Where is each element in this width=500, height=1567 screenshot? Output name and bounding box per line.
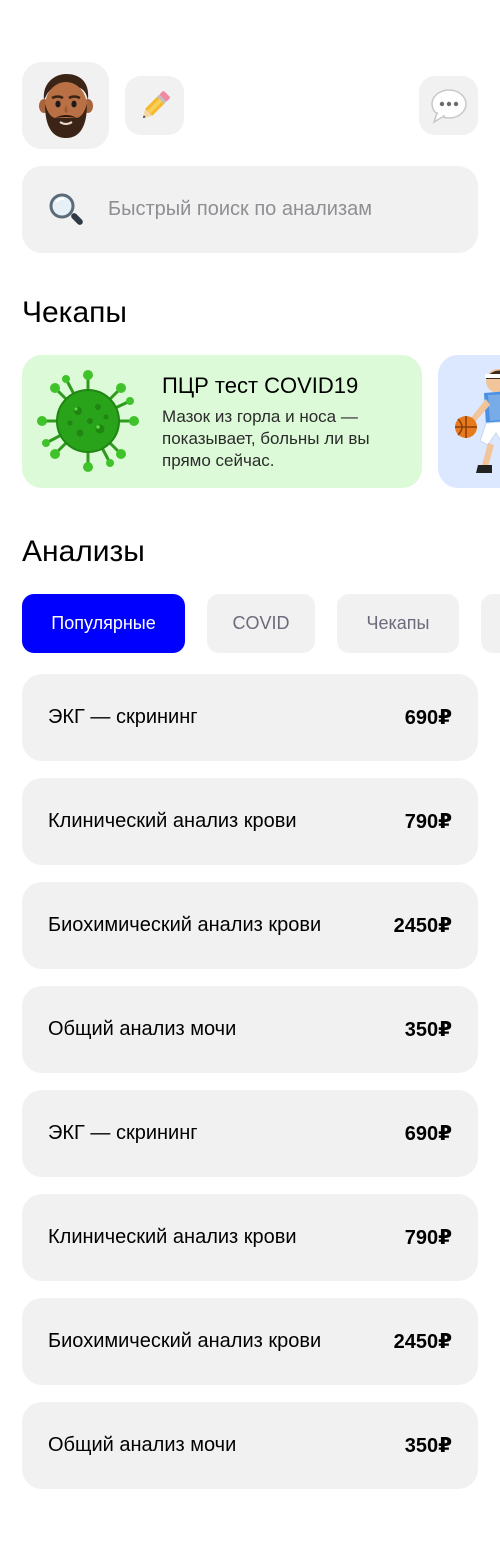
search-icon [49,193,83,225]
header [22,62,478,150]
tests-heading: Анализы [22,535,145,568]
checkup-title: ПЦР тест COVID19 [162,373,359,398]
speech-bubble-icon [430,88,467,124]
man-beard-emoji-icon [38,73,93,138]
test-row[interactable]: Клинический анализ крови 790₽ [22,1194,478,1281]
test-name: ЭКГ — скрининг [48,706,198,728]
test-name: Клинический анализ крови [48,810,297,832]
checkup-description: Мазок из горла и носа — показывает, боль… [162,407,370,470]
test-price: 790₽ [404,811,452,833]
tests-list: ЭКГ — скрининг 690₽ Клинический анализ к… [22,674,478,1506]
checkup-card-sport[interactable] [438,355,500,488]
filter-chip-popular[interactable]: Популярные [22,594,185,653]
test-name: Общий анализ мочи [48,1018,237,1040]
virus-icon [37,370,139,472]
test-price: 2450₽ [393,915,452,937]
test-row[interactable]: ЭКГ — скрининг 690₽ [22,674,478,761]
edit-button[interactable] [125,76,184,135]
filter-chip-covid[interactable]: COVID [207,594,315,653]
test-price: 350₽ [404,1019,452,1041]
search-input[interactable] [106,197,440,222]
profile-avatar-button[interactable] [22,62,109,149]
test-row[interactable]: Общий анализ мочи 350₽ [22,986,478,1073]
test-row[interactable]: Биохимический анализ крови 2450₽ [22,1298,478,1385]
test-price: 2450₽ [393,1331,452,1353]
test-name: ЭКГ — скрининг [48,1122,198,1144]
test-name: Клинический анализ крови [48,1226,297,1248]
test-price: 350₽ [404,1435,452,1457]
filter-chip-more[interactable] [481,594,500,653]
chat-button[interactable] [419,76,478,135]
test-row[interactable]: Биохимический анализ крови 2450₽ [22,882,478,969]
checkup-card-covid[interactable]: ПЦР тест COVID19 Мазок из горла и носа —… [22,355,422,488]
search-bar[interactable] [22,166,478,253]
pencil-icon [142,90,170,118]
test-name: Общий анализ мочи [48,1434,237,1456]
checkups-heading: Чекапы [22,296,127,329]
test-row[interactable]: ЭКГ — скрининг 690₽ [22,1090,478,1177]
test-name: Биохимический анализ крови [48,1330,322,1352]
app-screen: Чекапы [0,0,500,1567]
test-row[interactable]: Общий анализ мочи 350₽ [22,1402,478,1489]
filter-chips: Популярные COVID Чекапы [22,594,500,653]
filter-chip-checkups[interactable]: Чекапы [337,594,459,653]
test-name: Биохимический анализ крови [48,914,322,936]
basketball-player-icon [455,369,500,473]
test-row[interactable]: Клинический анализ крови 790₽ [22,778,478,865]
test-price: 690₽ [404,707,452,729]
test-price: 690₽ [404,1123,452,1145]
test-price: 790₽ [404,1227,452,1249]
